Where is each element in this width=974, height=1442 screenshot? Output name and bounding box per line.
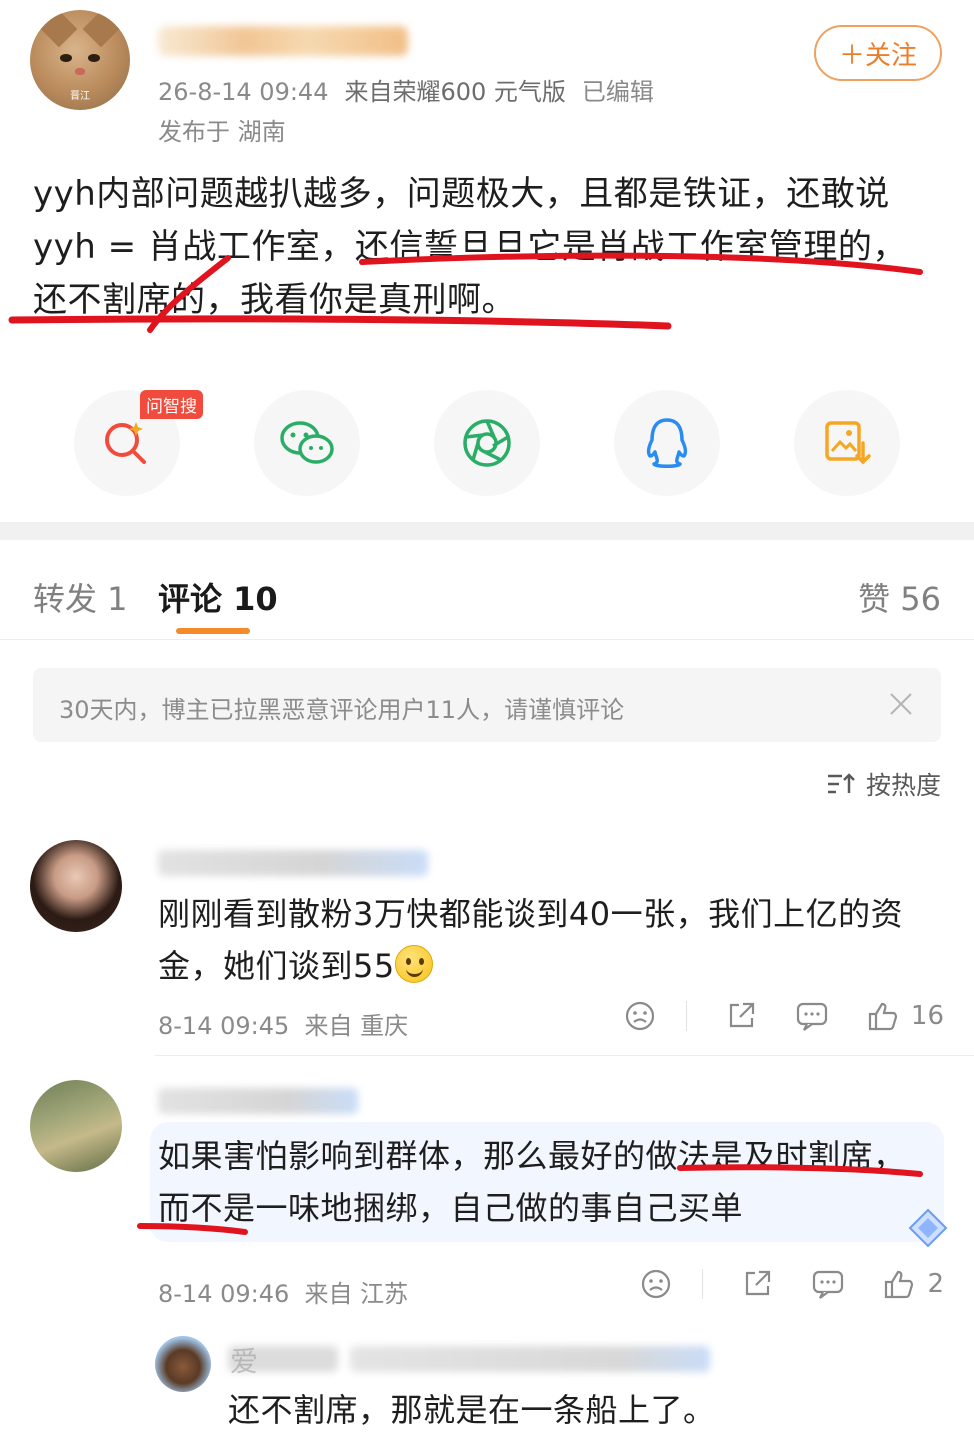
close-icon[interactable] (885, 688, 917, 720)
smile-emoji (394, 945, 433, 983)
author-name-blurred[interactable] (158, 26, 408, 56)
reply-text: 还不割席，那就是在一条船上了。 (228, 1391, 716, 1429)
save-image-icon (825, 421, 871, 465)
sad-face-icon (642, 1269, 671, 1299)
comment-time: 8-14 09:45 (158, 1012, 290, 1040)
sort-icon (827, 773, 855, 794)
commenter-avatar[interactable] (30, 840, 122, 932)
follow-button[interactable]: ＋关注 (814, 25, 942, 81)
dislike-button[interactable] (624, 1000, 656, 1032)
reply-name: 爱 (230, 1345, 259, 1378)
tab-comment[interactable]: 评论 10 (158, 574, 278, 620)
moments-icon (463, 419, 511, 467)
comment-divider (155, 1055, 974, 1056)
comment-text: 刚刚看到散粉3万快都能谈到40一张，我们上亿的资金，她们谈到55 (158, 888, 948, 992)
tab-repost[interactable]: 转发 1 (33, 574, 128, 620)
like-button[interactable]: 16 (867, 1000, 944, 1032)
commenter-avatar[interactable] (30, 1080, 122, 1172)
wechat-icon (280, 421, 334, 464)
repost-button[interactable] (725, 1000, 757, 1032)
save-image-button[interactable] (794, 390, 900, 496)
reply-button[interactable] (795, 1000, 829, 1032)
ai-search-icon (105, 422, 146, 464)
sad-face-icon (625, 1001, 655, 1031)
action-separator (702, 1269, 704, 1299)
post-edited: 已编辑 (581, 78, 654, 106)
sort-toggle[interactable]: 按热度 (826, 766, 941, 802)
comment-icon (813, 1270, 844, 1299)
comment-from: 来自 江苏 (304, 1280, 409, 1308)
dislike-button[interactable] (640, 1268, 672, 1300)
repost-button[interactable] (741, 1268, 773, 1300)
post-header: 晋江 26-8-14 09:44 来自荣耀600 元气版 已编辑 发布于 湖南 ＋关… (0, 0, 974, 150)
reply-button[interactable] (811, 1268, 845, 1300)
author-avatar[interactable]: 晋江 (30, 10, 130, 110)
share-qq-button[interactable] (614, 390, 720, 496)
comment-text-content: 刚刚看到散粉3万快都能谈到40一张，我们上亿的资金，她们谈到55 (158, 895, 904, 985)
comment-text: 如果害怕影响到群体，那么最好的做法是及时割席，而不是一味地捆绑，自己做的事自己买… (158, 1137, 906, 1227)
qq-icon (646, 418, 688, 468)
ai-search-badge: 问智搜 (140, 390, 203, 419)
comment-actions: 16 (624, 1000, 944, 1032)
comment-actions: 2 (640, 1268, 944, 1300)
notice-text: 30天内，博主已拉黑恶意评论用户11人，请谨慎评论 (59, 696, 625, 724)
share-moments-button[interactable] (434, 390, 540, 496)
like-button[interactable]: 2 (883, 1268, 944, 1300)
comment-icon (796, 1002, 828, 1031)
comment-meta: 8-14 09:45 来自 重庆 (158, 1006, 408, 1041)
diamond-badge-icon (908, 1208, 948, 1248)
thumbs-up-icon (868, 1002, 898, 1031)
reply-name-blurred-extra (350, 1346, 710, 1372)
commenter-name-blurred[interactable] (158, 850, 428, 876)
sort-label: 按热度 (865, 771, 941, 800)
share-wechat-button[interactable] (254, 390, 360, 496)
like-count: 16 (910, 1001, 944, 1031)
thumbs-up-icon (885, 1270, 914, 1299)
comment-from: 来自 重庆 (304, 1012, 409, 1040)
comment-time: 8-14 09:46 (158, 1280, 290, 1308)
tab-like[interactable]: 赞 56 (858, 574, 941, 620)
section-divider (0, 522, 974, 540)
post-location: 发布于 湖南 (158, 118, 286, 146)
post-meta: 26-8-14 09:44 来自荣耀600 元气版 已编辑 (158, 72, 670, 107)
post-device: 来自荣耀600 元气版 (344, 78, 566, 106)
comment-meta: 8-14 09:46 来自 江苏 (158, 1274, 408, 1309)
like-count: 2 (927, 1269, 944, 1299)
post-body: yyh内部问题越扒越多，问题极大，且都是铁证，还敢说yyh = 肖战工作室，还信… (33, 174, 907, 320)
active-tab-indicator (176, 628, 250, 634)
interaction-tabs: 转发 1 评论 10 赞 56 (0, 540, 974, 640)
commenter-name-blurred[interactable] (158, 1088, 358, 1114)
share-icon (729, 1002, 755, 1028)
post-time: 26-8-14 09:44 (158, 78, 329, 106)
avatar-tag: 晋江 (70, 91, 90, 102)
comment-notice: 30天内，博主已拉黑恶意评论用户11人，请谨慎评论 (33, 668, 941, 742)
share-icon (746, 1270, 771, 1296)
reply-avatar[interactable] (155, 1336, 211, 1392)
action-separator (685, 1001, 687, 1031)
